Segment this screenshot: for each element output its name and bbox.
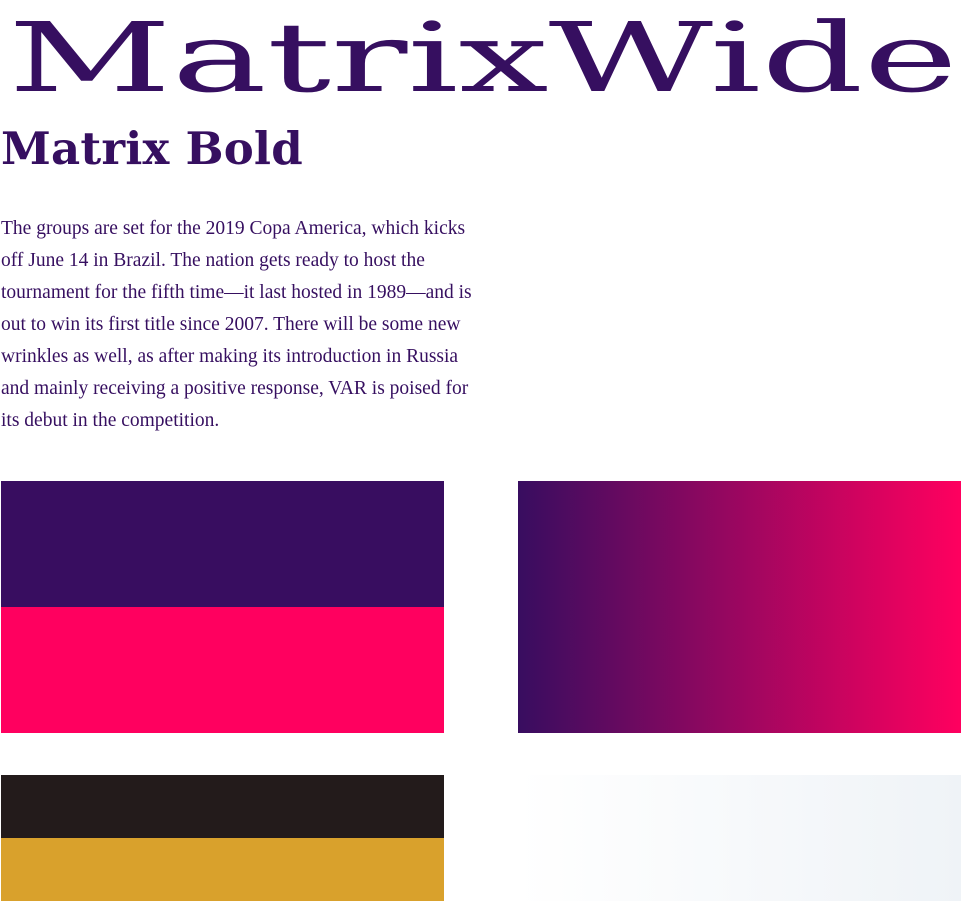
wide-title-text: MatrixWide bbox=[8, 2, 958, 110]
pink-color-block bbox=[1, 607, 444, 733]
light-gradient-swatch bbox=[518, 775, 961, 901]
wide-title-svg: MatrixWide bbox=[8, 2, 958, 110]
purple-color-block bbox=[1, 481, 444, 607]
purple-pink-gradient-swatch bbox=[518, 481, 961, 733]
wide-title: MatrixWide bbox=[0, 0, 961, 110]
gold-color-block bbox=[1, 838, 444, 901]
bold-title: Matrix Bold bbox=[1, 122, 303, 175]
dark-color-block bbox=[1, 775, 444, 838]
body-paragraph: The groups are set for the 2019 Copa Ame… bbox=[1, 218, 472, 431]
purple-pink-swatch bbox=[1, 481, 444, 733]
dark-gold-swatch bbox=[1, 775, 444, 901]
